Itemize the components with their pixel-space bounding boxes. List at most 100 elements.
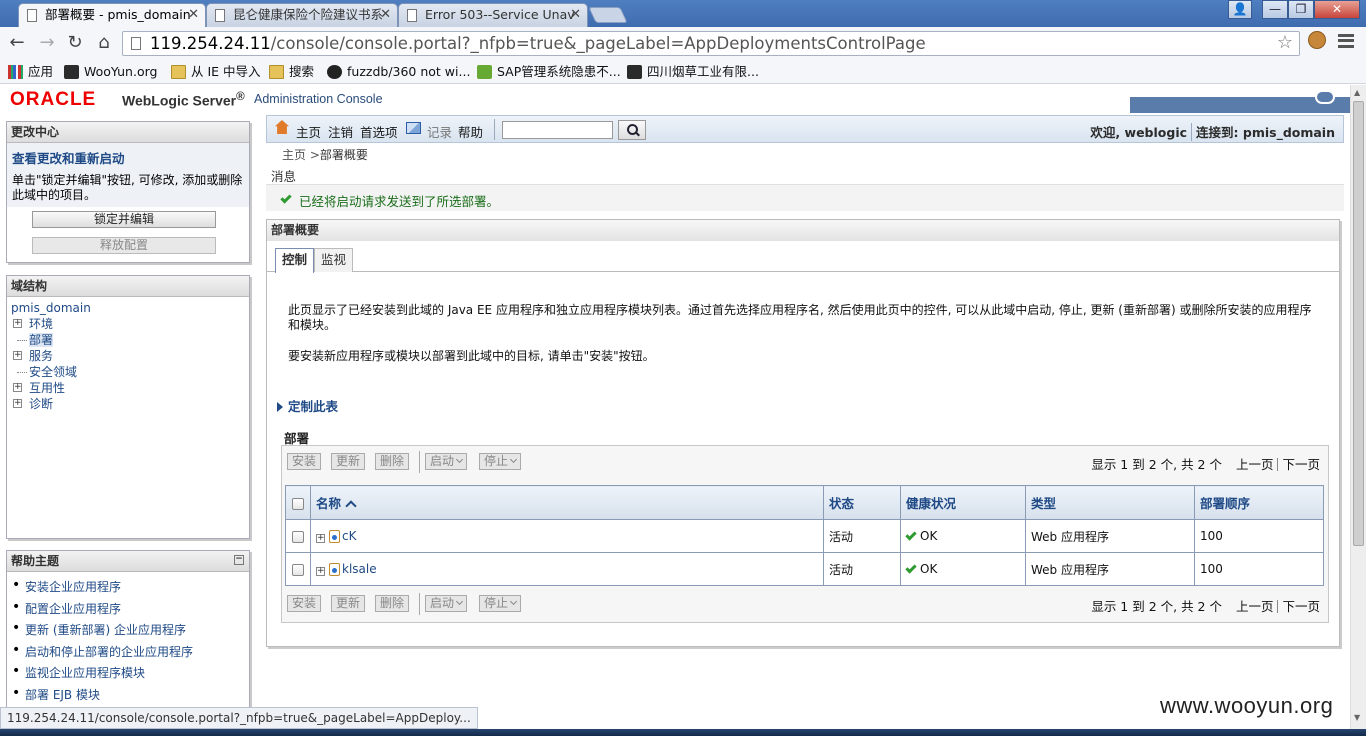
bookmark-sap[interactable]: SAP管理系统隐患不...	[477, 63, 621, 81]
address-bar[interactable]: 119.254.24.11/console/console.portal?_nf…	[122, 31, 1300, 56]
scroll-up-icon[interactable]: ▲	[1354, 88, 1360, 97]
browser-tab-deployments[interactable]: 部署概要 - pmis_domain ✕	[18, 3, 206, 27]
update-button[interactable]: 更新	[331, 595, 366, 612]
page-scrollbar[interactable]: ▲ ▼	[1350, 85, 1366, 730]
delete-button[interactable]: 删除	[375, 453, 410, 470]
deployments-table-container: 安装 更新 删除 启动 停止 显示 1 到 2 个, 共 2 个 上一页 下一页 …	[281, 445, 1329, 623]
scroll-down-icon[interactable]: ▼	[1354, 713, 1360, 722]
app-link-klsale[interactable]: klsale	[342, 562, 377, 576]
help-link[interactable]: 部署 EJB 模块	[12, 685, 245, 708]
browser-menu-icon[interactable]	[1338, 34, 1354, 48]
column-name[interactable]: 名称	[310, 485, 824, 520]
bookmark-search[interactable]: 搜索	[269, 63, 314, 81]
prev-page-link[interactable]: 上一页	[1236, 599, 1274, 614]
tree-item-interoperability[interactable]: + 互用性	[11, 380, 245, 396]
tree-item-services[interactable]: + 服务	[11, 348, 245, 364]
expand-icon[interactable]: +	[13, 319, 22, 328]
prev-page-link[interactable]: 上一页	[1236, 457, 1274, 472]
new-tab-button[interactable]	[588, 7, 628, 23]
lock-edit-button[interactable]: 锁定并编辑	[32, 211, 216, 228]
tree-item-environment[interactable]: + 环境	[11, 316, 245, 332]
column-deployment-order[interactable]: 部署顺序	[1194, 485, 1324, 520]
select-all-checkbox[interactable]	[292, 497, 304, 510]
help-link[interactable]: 配置企业应用程序	[12, 599, 245, 622]
scroll-thumb[interactable]	[1353, 101, 1364, 546]
domain-structure-panel: 域结构 pmis_domain + 环境 部署 + 服务 安全领域 + 互用性 + 诊断	[6, 275, 250, 539]
close-tab-icon[interactable]: ✕	[570, 4, 581, 26]
collapse-icon[interactable]: −	[234, 555, 244, 565]
help-link[interactable]: 安装企业应用程序	[12, 577, 245, 600]
stop-dropdown[interactable]: 停止	[479, 453, 522, 470]
reload-icon[interactable]: ↻	[64, 31, 86, 55]
order-cell: 100	[1194, 519, 1324, 553]
browser-tab-title: 部署概要 - pmis_domain	[45, 7, 191, 22]
column-type[interactable]: 类型	[1025, 485, 1195, 520]
domain-structure-title: 域结构	[7, 276, 249, 297]
stop-dropdown[interactable]: 停止	[479, 595, 522, 612]
install-button[interactable]: 安装	[287, 453, 322, 470]
column-state[interactable]: 状态	[823, 485, 901, 520]
bookmark-fuzzdb[interactable]: fuzzdb/360 not wi...	[327, 63, 470, 81]
nav-record-link[interactable]: 记录	[427, 122, 452, 141]
nav-logout-link[interactable]: 注销	[328, 122, 353, 141]
next-page-link[interactable]: 下一页	[1282, 457, 1320, 472]
back-arrow-icon[interactable]: ←	[6, 31, 28, 55]
bookmark-apps[interactable]: 应用	[8, 63, 53, 81]
search-input[interactable]	[502, 121, 613, 139]
next-page-link[interactable]: 下一页	[1282, 599, 1320, 614]
expand-icon[interactable]: +	[13, 351, 22, 360]
app-link-ck[interactable]: cK	[342, 529, 356, 543]
close-tab-icon[interactable]: ✕	[380, 4, 391, 26]
delete-button[interactable]: 删除	[375, 595, 410, 612]
start-dropdown[interactable]: 启动	[425, 453, 468, 470]
browser-tab-error503[interactable]: Error 503--Service Unav ✕	[398, 3, 588, 27]
home-icon[interactable]	[275, 120, 289, 134]
sort-ascending-icon[interactable]	[345, 500, 357, 512]
tree-root-domain[interactable]: pmis_domain	[11, 300, 245, 316]
tab-control[interactable]: 控制	[275, 248, 315, 273]
browser-tab-kunlun[interactable]: 昆仑健康保险个险建议书系 ✕	[206, 3, 398, 27]
minimize-button[interactable]: —	[1262, 0, 1288, 19]
breadcrumb-home-link[interactable]: 主页	[282, 148, 306, 162]
row-checkbox[interactable]	[292, 530, 304, 543]
help-link[interactable]: 监视企业应用程序模块	[12, 663, 245, 686]
record-icon[interactable]	[406, 122, 421, 134]
bookmark-star-icon[interactable]: ☆	[1277, 32, 1293, 53]
view-changes-link[interactable]: 查看更改和重新启动	[7, 143, 249, 169]
nav-help-link[interactable]: 帮助	[458, 122, 483, 141]
table-row: + klsale 活动 OK Web 应用程序 100	[285, 552, 1324, 586]
close-tab-icon[interactable]: ✕	[188, 4, 199, 26]
tree-item-deployments[interactable]: 部署	[11, 332, 245, 348]
close-window-button[interactable]: ✕	[1314, 0, 1360, 19]
bookmark-ie-import[interactable]: 从 IE 中导入	[171, 63, 261, 81]
column-health[interactable]: 健康状况	[900, 485, 1026, 520]
url-text: 119.254.24.11/console/console.portal?_nf…	[150, 34, 926, 53]
update-button[interactable]: 更新	[331, 453, 366, 470]
expand-icon[interactable]: +	[13, 383, 22, 392]
tree-item-diagnostics[interactable]: + 诊断	[11, 396, 245, 412]
breadcrumb-current: 部署概要	[319, 148, 368, 162]
help-link[interactable]: 更新 (重新部署) 企业应用程序	[12, 620, 245, 643]
tree-item-security-realms[interactable]: 安全领域	[11, 364, 245, 380]
nav-preferences-link[interactable]: 首选项	[360, 122, 398, 141]
forward-arrow-icon[interactable]: →	[36, 31, 58, 55]
help-link[interactable]: 启动和停止部署的企业应用程序	[12, 642, 245, 665]
home-icon[interactable]: ⌂	[93, 31, 115, 55]
install-button[interactable]: 安装	[287, 595, 322, 612]
row-checkbox[interactable]	[292, 563, 304, 576]
start-dropdown[interactable]: 启动	[425, 595, 468, 612]
tab-monitoring[interactable]: 监视	[314, 248, 354, 272]
cookie-extension-icon[interactable]	[1308, 31, 1326, 49]
page-icon	[27, 9, 37, 22]
bookmark-sichuan[interactable]: 四川烟草工业有限...	[627, 63, 759, 81]
maximize-button[interactable]: ❐	[1288, 0, 1314, 19]
release-config-button[interactable]: 释放配置	[32, 237, 216, 254]
nav-home-link[interactable]: 主页	[296, 122, 321, 141]
expand-icon[interactable]: +	[316, 534, 325, 543]
search-icon[interactable]	[618, 120, 646, 140]
profile-icon[interactable]: 👤	[1228, 0, 1252, 19]
expand-icon[interactable]: +	[316, 567, 325, 576]
customize-table-link[interactable]: 定制此表	[277, 396, 338, 415]
expand-icon[interactable]: +	[13, 399, 22, 408]
bookmark-wooyun[interactable]: WooYun.org	[64, 63, 157, 81]
